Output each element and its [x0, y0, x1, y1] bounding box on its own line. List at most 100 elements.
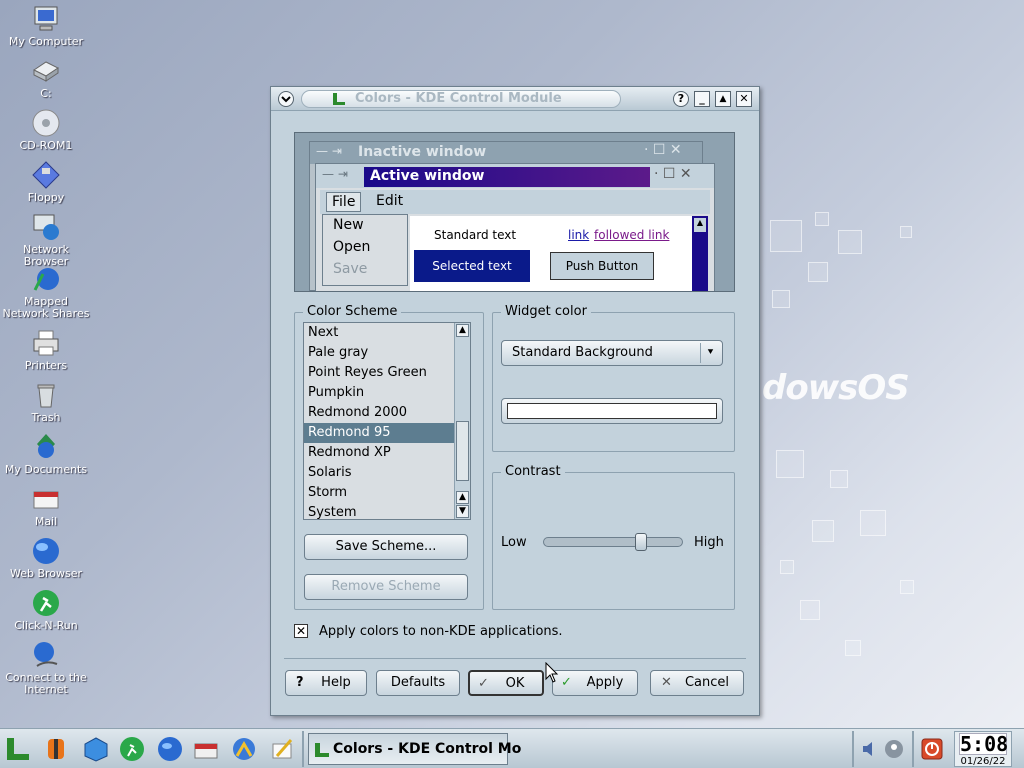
scroll-up-arrow-icon[interactable]: ▲	[456, 491, 469, 504]
color-scheme-item[interactable]: System	[304, 503, 470, 519]
defaults-button[interactable]: Defaults	[376, 670, 460, 696]
color-scheme-item[interactable]: Redmond 2000	[304, 403, 470, 423]
taskbar-task-colors[interactable]: Colors - KDE Control Mo	[308, 733, 521, 765]
color-scheme-list[interactable]: Next Pale gray Point Reyes Green Pumpkin Red…	[303, 322, 471, 520]
preview-dropdown-menu: New Open Save	[322, 214, 408, 286]
taskbar-launcher[interactable]	[266, 733, 298, 765]
scroll-up-arrow-icon[interactable]: ▲	[456, 324, 469, 337]
desktop-icon-trash[interactable]: Trash	[0, 380, 92, 424]
check-icon: ✓	[478, 676, 489, 691]
taskbar-launcher[interactable]	[228, 733, 260, 765]
widget-color-selected: Standard Background	[512, 345, 653, 360]
notepad-pen-icon	[272, 739, 293, 759]
decorative-square	[772, 290, 790, 308]
apply-button[interactable]: ✓ Apply	[552, 670, 638, 696]
window-menu-button[interactable]	[278, 91, 294, 107]
preview-menubar: File Edit	[320, 190, 710, 214]
desktop-icon-click-n-run[interactable]: Click-N-Run	[0, 588, 92, 632]
desktop-icon-label: Trash	[31, 411, 61, 424]
network-users-icon	[233, 738, 255, 760]
desktop-icon-cd-rom1[interactable]: CD-ROM1	[0, 108, 92, 152]
chevron-down-icon	[281, 96, 291, 103]
cancel-button[interactable]: ✕ Cancel	[650, 670, 744, 696]
mail-icon	[30, 484, 62, 514]
decorative-square	[776, 450, 804, 478]
widget-color-select[interactable]: Standard Background ⯆	[501, 340, 723, 366]
scroll-thumb[interactable]	[456, 421, 469, 481]
taskbar-launcher[interactable]	[116, 733, 148, 765]
desktop-icon-floppy[interactable]: Floppy	[0, 160, 92, 204]
mouse-cursor-icon	[545, 662, 559, 683]
floppy-icon	[30, 160, 62, 190]
volume-button[interactable]	[858, 733, 882, 765]
preview-active-titlebar: — ⇥ Active window · ☐ ✕	[316, 164, 714, 188]
connect-icon	[30, 640, 62, 670]
maximize-button[interactable]: ▲	[715, 91, 731, 107]
taskbar-launcher[interactable]	[190, 733, 222, 765]
remove-scheme-button[interactable]: Remove Scheme	[304, 574, 468, 600]
desktop-icon-web-browser[interactable]: Web Browser	[0, 536, 92, 580]
ok-button[interactable]: ✓ OK	[468, 670, 544, 696]
contrast-slider-track[interactable]	[543, 533, 683, 551]
minimize-button[interactable]: _	[694, 91, 710, 107]
taskbar-separator	[852, 731, 854, 767]
kde-start-button[interactable]	[2, 733, 34, 765]
desktop-icon-c[interactable]: C:	[0, 56, 92, 100]
widget-color-title: Widget color	[501, 304, 591, 319]
clock[interactable]: 5:08 01/26/22	[954, 731, 1012, 767]
color-scheme-item[interactable]: Storm	[304, 483, 470, 503]
cdrom-icon	[30, 108, 62, 138]
drive-icon	[30, 56, 62, 86]
window-titlebar[interactable]: Colors - KDE Control Module ? _ ▲ ✕	[271, 87, 759, 111]
help-button[interactable]: ? Help	[285, 670, 367, 696]
desktop-icon-my-computer[interactable]: My Computer	[0, 4, 92, 48]
dropdown-arrow-icon: ⯆	[700, 343, 720, 363]
color-scheme-scrollbar[interactable]: ▲ ▲ ▼	[454, 323, 470, 519]
power-icon	[921, 738, 943, 760]
desktop-icon-connect-to-the-internet[interactable]: Connect to the Internet	[0, 640, 92, 696]
decorative-square	[800, 600, 820, 620]
desktop-icon-mail[interactable]: Mail	[0, 484, 92, 528]
taskbar-launcher[interactable]	[154, 733, 186, 765]
color-scheme-item[interactable]: Next	[304, 323, 470, 343]
color-scheme-item[interactable]: Solaris	[304, 463, 470, 483]
desktop-icon-label: Mail	[34, 515, 58, 528]
color-scheme-item[interactable]: Redmond XP	[304, 443, 470, 463]
color-scheme-item[interactable]: Point Reyes Green	[304, 363, 470, 383]
decorative-square	[812, 520, 834, 542]
cube-icon	[84, 737, 108, 762]
preview-active-buttons-icon: · ☐ ✕	[654, 166, 692, 182]
clock-date: 01/26/22	[960, 756, 1006, 767]
checkmark-x-icon: ✕	[295, 624, 307, 638]
desktop-icon-my-documents[interactable]: My Documents	[0, 432, 92, 476]
taskbar: Colors - KDE Control Mo 5:08 01/26/22	[0, 728, 1024, 768]
help-title-button[interactable]: ?	[673, 91, 689, 107]
preview-menu-file: File	[326, 192, 362, 212]
contrast-high-label: High	[694, 535, 724, 550]
taskbar-launcher[interactable]	[40, 733, 72, 765]
cancel-x-icon: ✕	[661, 675, 672, 690]
contrast-slider-thumb[interactable]	[635, 533, 647, 551]
color-scheme-item[interactable]: Pale gray	[304, 343, 470, 363]
network-status-button[interactable]	[882, 733, 906, 765]
desktop-icon-network-browser[interactable]: Network Browser	[0, 212, 92, 268]
user-status-icon	[885, 740, 903, 758]
documents-icon	[30, 432, 62, 462]
preview-active-title: Active window	[370, 168, 485, 184]
apply-non-kde-checkbox[interactable]: ✕	[294, 624, 308, 638]
taskbar-launcher[interactable]	[80, 733, 112, 765]
save-scheme-button[interactable]: Save Scheme...	[304, 534, 468, 560]
scroll-down-arrow-icon[interactable]: ▼	[456, 505, 469, 518]
color-swatch-button[interactable]	[501, 398, 723, 424]
desktop-icon-printers[interactable]: Printers	[0, 328, 92, 372]
shutdown-button[interactable]	[918, 733, 946, 765]
decorative-square	[900, 580, 914, 594]
desktop-brand-logo: dowsOS	[762, 368, 910, 408]
desktop-icon-mapped-network-shares[interactable]: Mapped Network Shares	[0, 264, 92, 320]
color-scheme-title: Color Scheme	[303, 304, 402, 319]
color-scheme-item[interactable]: Redmond 95	[304, 423, 470, 443]
speaker-icon	[863, 742, 872, 756]
color-scheme-item[interactable]: Pumpkin	[304, 383, 470, 403]
close-button[interactable]: ✕	[736, 91, 752, 107]
desktop-icon-label: My Documents	[4, 463, 88, 476]
